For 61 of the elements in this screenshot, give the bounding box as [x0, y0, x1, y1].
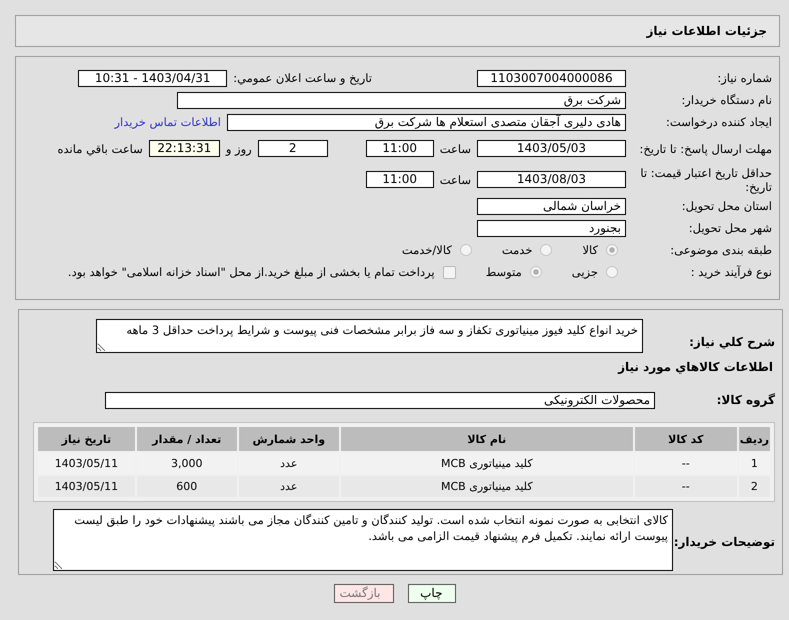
time-label: ساعت	[440, 142, 471, 156]
text-field[interactable]: 1103007004000086	[477, 70, 626, 86]
option-label: خدمت	[502, 243, 532, 257]
column-header: واحد شمارش	[238, 427, 339, 451]
option-label: کالا/خدمت	[402, 243, 452, 257]
field-label: شماره نیاز:	[716, 71, 772, 85]
text-field[interactable]: 11:00	[366, 140, 434, 157]
notes-field[interactable]: کالای انتخابی به صورت نمونه انتخاب شده است. تولید کنندگان و تامین کنندگان مجاز می باشند پیشنهادات خود را طبق لیست پیوست ارائه نمایند. تکمیل فرم پیشنهاد قیمت الزامی می باشد.	[53, 509, 673, 571]
field-label: استان محل تحویل:	[680, 199, 772, 213]
option-label: متوسط	[486, 265, 522, 279]
field-label: شرح کلي نیاز:	[688, 334, 775, 349]
column-header: تاریخ نیاز	[38, 427, 135, 451]
checkbox-label: پرداخت تمام یا بخشی از مبلغ خرید.از محل "اسناد خزانه اسلامی" خواهد بود.	[68, 265, 435, 279]
column-header: ردیف	[738, 427, 770, 451]
radio-button[interactable]	[606, 244, 618, 256]
field-label: توضیحات خریدار:	[673, 534, 775, 549]
table-cell: 600	[136, 476, 237, 497]
print-button[interactable]: چاپ	[408, 584, 456, 603]
table-cell: 1403/05/11	[38, 476, 135, 497]
remaining-label: ساعت باقي مانده	[58, 142, 143, 156]
time-label: ساعت	[440, 172, 471, 186]
table-cell: کلید مینیاتوری MCB	[340, 476, 633, 497]
radio-button[interactable]	[540, 244, 552, 256]
text-field[interactable]: شرکت برق	[177, 92, 626, 108]
column-header: کد کالا	[634, 427, 737, 451]
field-label: شهر محل تحویل:	[688, 221, 772, 235]
field-label: ایجاد کننده درخواست:	[665, 115, 772, 129]
days-label: روز و	[226, 142, 252, 156]
page-title: جزئیات اطلاعات نیاز	[646, 24, 767, 38]
column-header: تعداد / مقدار	[136, 427, 237, 451]
field-label: نام دستگاه خریدار:	[680, 93, 772, 107]
radio-button[interactable]	[460, 244, 472, 256]
text-field[interactable]: خراسان شمالی	[477, 198, 626, 214]
countdown-field[interactable]: 22:13:31	[148, 140, 220, 157]
text-field[interactable]: هادی دلیری آجقان متصدی استعلام ها شرکت برق	[227, 114, 626, 130]
radio-button[interactable]	[606, 266, 618, 278]
column-header: نام کالا	[340, 427, 633, 451]
text-field[interactable]: بجنورد	[477, 220, 626, 236]
text-field[interactable]: 1403/08/03	[477, 171, 626, 188]
back-button[interactable]: بازگشت	[334, 584, 394, 603]
description-field[interactable]: خرید انواع کلید فیوز مینیاتوری تکفاز و سه فاز برابر مشخصات فنی پیوست و شرایط پرداخت حداقل 3 ماهه	[96, 319, 643, 353]
field-label: حداقل تاریخ اعتبار قیمت: تا تاریخ:	[639, 166, 772, 194]
option-label: کالا	[582, 243, 598, 257]
table-cell: --	[634, 476, 737, 497]
field-label: مهلت ارسال پاسخ: تا تاریخ:	[638, 142, 772, 156]
text-field[interactable]: 1403/05/03	[477, 140, 626, 157]
text-field[interactable]: 11:00	[366, 171, 434, 188]
table-cell: 2	[738, 476, 770, 497]
text-field[interactable]: 1403/04/31 - 10:31	[78, 70, 228, 86]
contact-link[interactable]: اطلاعات تماس خریدار	[114, 115, 221, 129]
radio-button[interactable]	[530, 266, 542, 278]
section-title: اطلاعات کالاهاي مورد نیاز	[616, 360, 773, 376]
checkbox[interactable]	[442, 266, 456, 278]
table-cell: عدد	[238, 476, 339, 497]
option-label: جزیی	[572, 265, 598, 279]
text-field[interactable]: 2	[258, 140, 328, 157]
field-label: گروه کالا:	[716, 393, 775, 407]
field-label: نوع فرآیند خرید :	[690, 265, 772, 279]
field-label: تاریخ و ساعت اعلان عمومي:	[233, 71, 372, 85]
text-field[interactable]: محصولات الکترونیکی	[105, 392, 655, 408]
field-label: طبقه بندی موضوعی:	[669, 243, 772, 257]
